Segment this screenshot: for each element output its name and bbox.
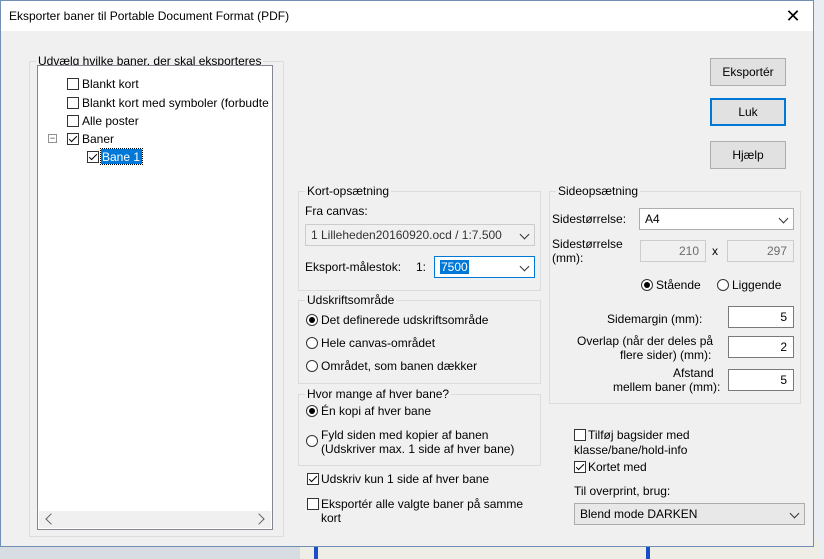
overprint-value: Blend mode DARKEN [580,507,698,521]
export-pdf-dialog: Eksporter baner til Portable Document Fo… [0,0,814,547]
same-map-checkbox[interactable] [307,498,319,510]
overlap-label-line2: flere sider) (mm): [620,348,712,362]
portrait-label: Stående [656,278,701,292]
page-setup-legend: Sideopsætning [556,184,641,198]
single-page-checkbox[interactable] [307,473,319,485]
checkbox[interactable] [67,133,79,145]
page-size-mm-label: Sidestørrelse [552,237,623,251]
radio-label: Fyld siden med kopier af banen [321,428,489,442]
tree-item-label: Blankt kort med symboler (forbudte [82,96,269,110]
map-setup-legend: Kort-opsætning [305,184,392,198]
page-height-field[interactable]: 297 [727,240,794,262]
print-area-legend: Udskriftsområde [305,293,397,307]
margin-field[interactable]: 5 [728,306,794,328]
checkbox[interactable] [87,151,99,163]
landscape-label: Liggende [732,278,782,292]
checkbox[interactable] [67,97,79,109]
chevron-down-icon [519,261,530,272]
page-size-mm-label-line2: (mm): [552,251,584,265]
canvas-select-value: 1 Lilleheden20160920.ocd / 1:7.500 [311,228,502,242]
radio-label-line2: (Udskriver max. 1 side af hver bane) [321,442,515,456]
page-width-field[interactable]: 210 [640,240,706,262]
from-canvas-label: Fra canvas: [305,204,368,218]
map-too-checkbox[interactable] [574,461,586,473]
close-icon[interactable]: ✕ [781,4,805,28]
background-window-edge [814,0,824,559]
dimension-x: x [712,244,718,258]
overlap-label: Overlap (når der deles på [577,334,714,348]
scale-prefix: 1: [416,260,427,274]
export-scale-value: 7500 [440,260,469,274]
single-page-label: Udskriv kun 1 side af hver bane [321,472,490,486]
canvas-select[interactable]: 1 Lilleheden20160920.ocd / 1:7.500 [305,224,535,246]
back-pages-label-line2: klasse/bane/hold-info [574,443,688,457]
distance-label-line2: mellem baner (mm): [613,380,721,394]
copies-legend: Hvor mange af hver bane? [305,387,452,401]
tree-item-label: Baner [82,132,115,146]
course-tree[interactable]: Blankt kort Blankt kort med symboler (fo… [37,65,273,530]
chevron-down-icon [789,508,800,519]
radio-one-copy[interactable] [306,405,318,417]
radio-label: Området, som banen dækker [321,359,478,373]
radio-defined-print-area[interactable] [306,314,318,326]
tree-item-label: Bane 1 [99,148,144,165]
back-pages-checkbox[interactable] [574,429,586,441]
radio-course-area[interactable] [306,360,318,372]
margin-label: Sidemargin (mm): [607,312,703,326]
title-bar: Eksporter baner til Portable Document Fo… [1,1,813,31]
chevron-down-icon [519,229,530,240]
radio-label: Hele canvas-området [321,336,436,350]
export-scale-label: Eksport-målestok: [305,260,402,274]
checkbox[interactable] [67,115,79,127]
overlap-field[interactable]: 2 [728,336,794,358]
help-button[interactable]: Hjælp [710,141,786,169]
export-scale-combo[interactable]: 7500 [434,256,535,278]
distance-field[interactable]: 5 [728,369,794,391]
map-too-label: Kortet med [588,460,647,474]
horizontal-scrollbar[interactable] [39,511,271,528]
export-button[interactable]: Eksportér [710,58,786,86]
checkbox[interactable] [67,78,79,90]
radio-label: Det definerede udskriftsområde [321,313,489,327]
page-size-label: Sidestørrelse: [552,212,627,226]
scroll-right-icon[interactable] [253,513,265,525]
collapse-icon[interactable]: − [48,134,57,143]
radio-whole-canvas[interactable] [306,337,318,349]
radio-label: Én kopi af hver bane [321,404,432,418]
back-pages-label: Tilføj bagsider med [588,428,690,442]
tree-item-label: Alle poster [82,114,139,128]
close-button[interactable]: Luk [710,98,786,126]
dialog-title: Eksporter baner til Portable Document Fo… [9,9,290,23]
radio-landscape[interactable] [717,279,729,291]
scroll-left-icon[interactable] [45,513,57,525]
overprint-select[interactable]: Blend mode DARKEN [574,503,805,525]
distance-label: Afstand [673,366,714,380]
same-map-label-line2: kort [321,511,342,525]
page-size-value: A4 [645,212,660,226]
radio-portrait[interactable] [641,279,653,291]
radio-fill-page[interactable] [306,435,318,447]
page-size-select[interactable]: A4 [639,208,794,230]
overprint-label: Til overprint, brug: [574,484,671,498]
tree-item-label: Blankt kort [82,77,139,91]
same-map-label: Eksportér alle valgte baner på samme [321,497,524,511]
chevron-down-icon [778,213,789,224]
